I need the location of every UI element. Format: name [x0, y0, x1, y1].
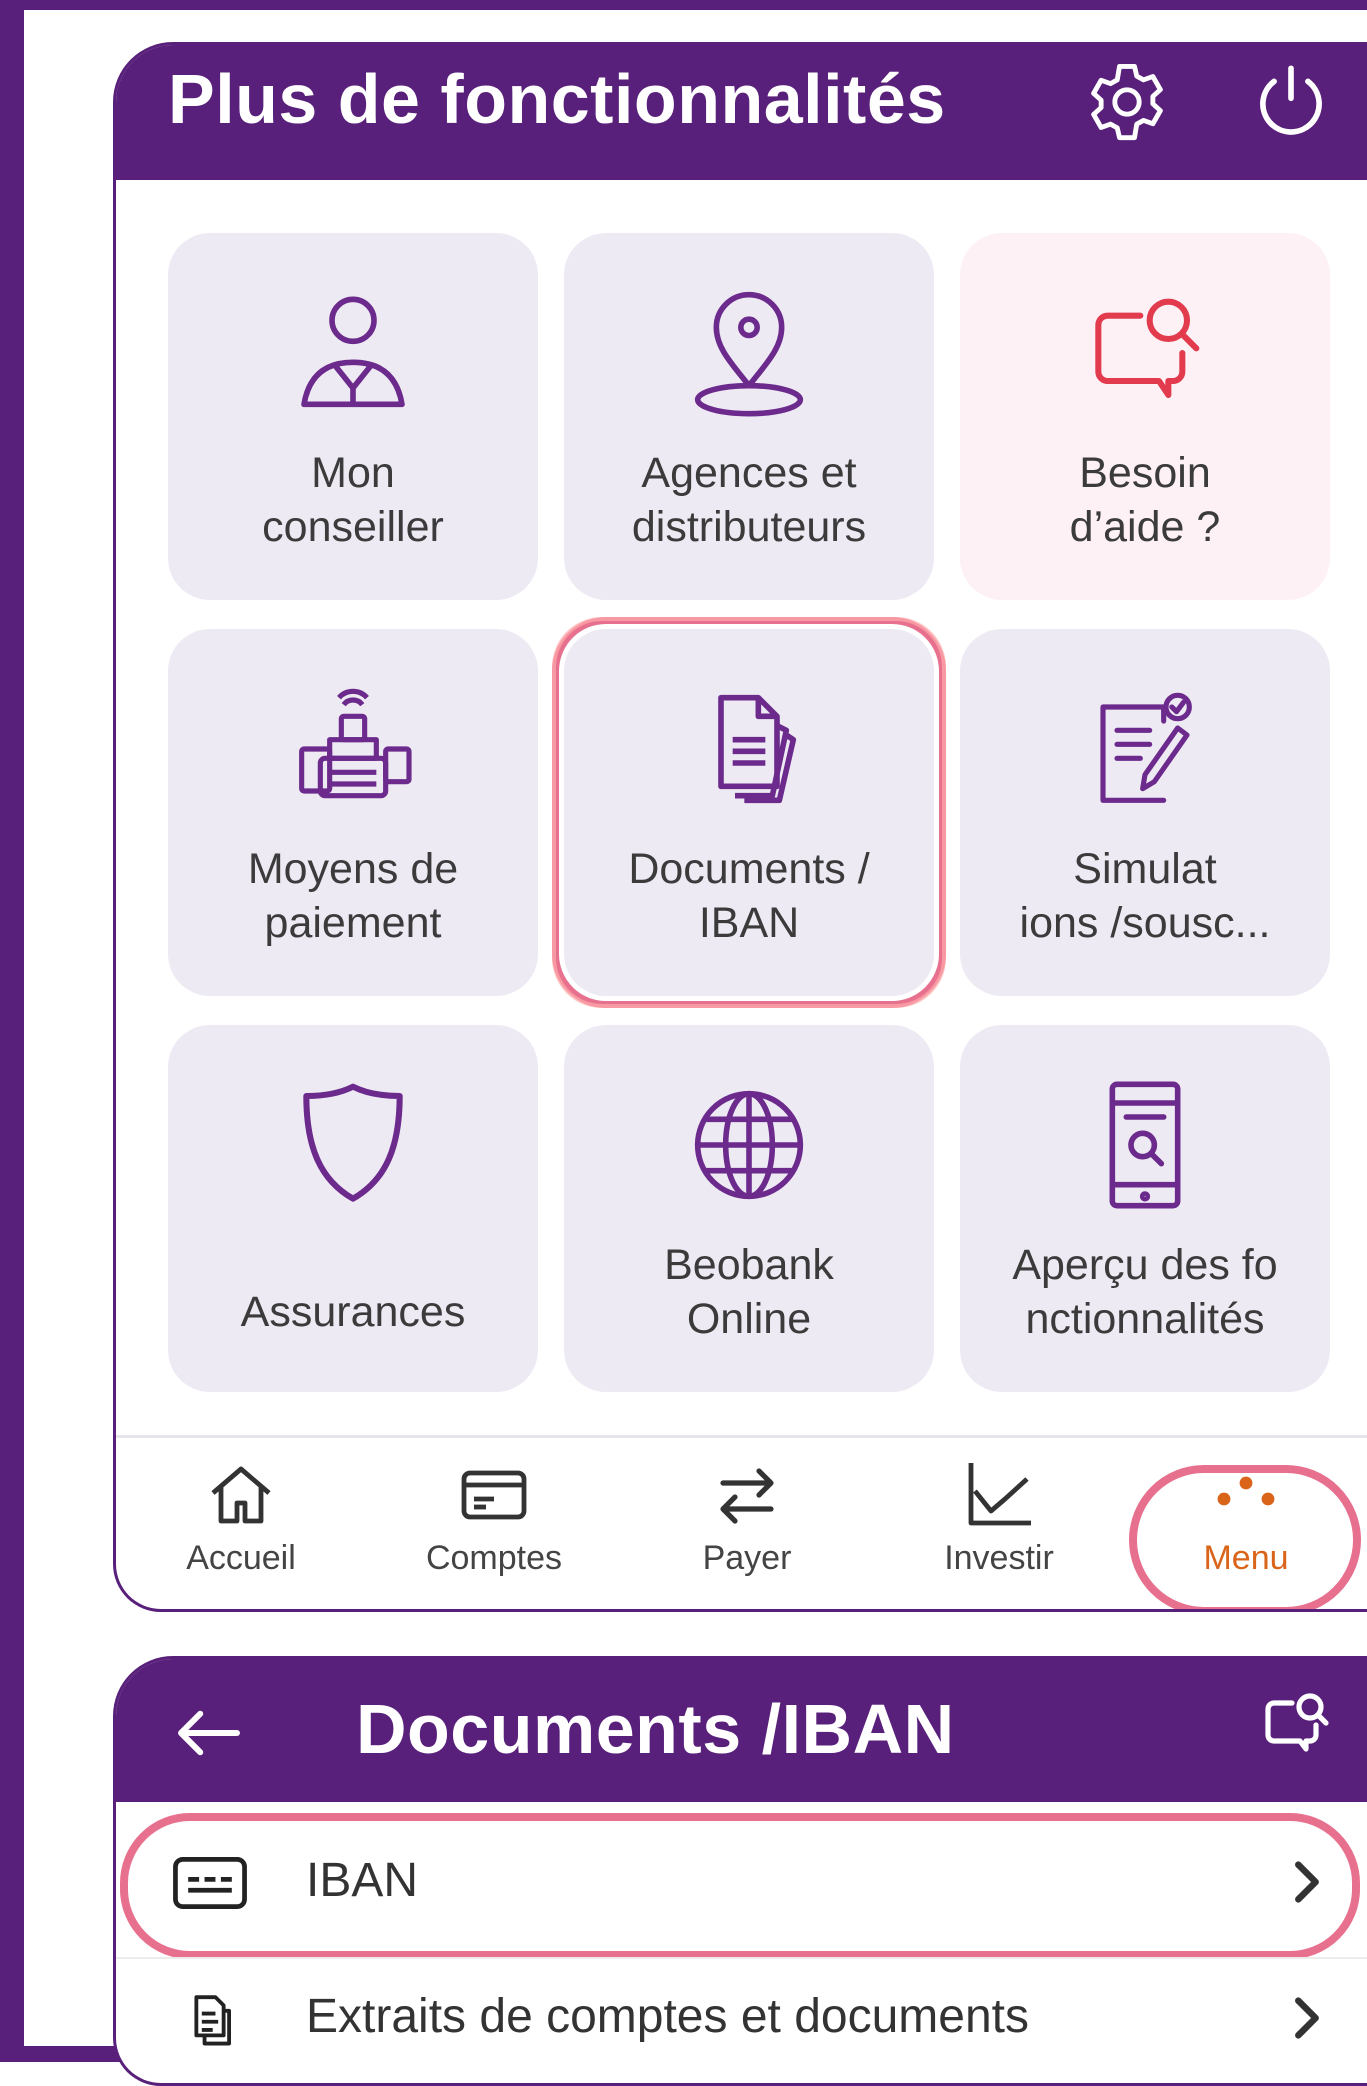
more-features-header: Plus de fonctionnalités	[116, 45, 1367, 180]
gear-icon[interactable]	[1082, 57, 1172, 147]
nav-label: Accueil	[186, 1539, 296, 1577]
tile-help[interactable]: Besoin d’aide ?	[960, 233, 1330, 600]
location-pin-icon	[694, 291, 804, 417]
tile-documents-iban[interactable]: Documents / IBAN	[552, 617, 946, 1008]
tile-label: Simulat ions /sousc...	[1019, 845, 1271, 947]
tile-label: Mon conseiller	[262, 449, 444, 551]
documents-iban-header: Documents /IBAN	[116, 1659, 1367, 1802]
tile-simulations[interactable]: Simulat ions /sousc...	[960, 629, 1330, 996]
advisor-icon	[301, 296, 405, 408]
page-title: Documents /IBAN	[356, 1690, 955, 1768]
tile-agencies[interactable]: Agences et distributeurs	[564, 233, 934, 600]
list-item-statements[interactable]: Extraits de comptes et documents	[116, 1961, 1367, 2081]
payment-devices-icon	[299, 688, 412, 799]
tile-insurance[interactable]: Assurances	[168, 1025, 538, 1392]
shield-icon	[303, 1083, 403, 1202]
iban-highlight-ring	[120, 1813, 1360, 1959]
bottom-nav-divider	[116, 1435, 1367, 1438]
tile-label: Aperçu des fo nctionnalités	[1012, 1241, 1278, 1343]
tile-label: Agences et distributeurs	[631, 449, 867, 551]
simulation-edit-icon	[1100, 692, 1192, 803]
nav-label: Investir	[944, 1539, 1054, 1577]
card-icon	[461, 1470, 527, 1520]
nav-label: Comptes	[425, 1539, 563, 1577]
power-icon[interactable]	[1246, 57, 1336, 147]
tile-beobank-online[interactable]: Beobank Online	[564, 1025, 934, 1392]
tile-label: Documents / IBAN	[628, 845, 870, 947]
nav-pay[interactable]: Payer	[647, 1455, 847, 1605]
statement-icon	[194, 1995, 231, 2046]
tile-label: Besoin d’aide ?	[1069, 449, 1221, 551]
menu-highlight-ring	[1129, 1465, 1361, 1609]
more-features-screen: Plus de fonctionnalités Mon conseiller A…	[113, 42, 1367, 1612]
page-title: Plus de fonctionnalités	[168, 60, 946, 138]
tile-payment-means[interactable]: Moyens de paiement	[168, 629, 538, 996]
list-item-label: Extraits de comptes et documents	[306, 1990, 1029, 2043]
nav-accounts[interactable]: Comptes	[394, 1455, 594, 1605]
help-chat-search-icon[interactable]	[1256, 1687, 1336, 1767]
nav-home[interactable]: Accueil	[141, 1455, 341, 1605]
list-divider	[116, 1957, 1367, 1959]
nav-label: Payer	[702, 1539, 792, 1577]
tile-advisor[interactable]: Mon conseiller	[168, 233, 538, 600]
transfer-arrows-icon	[720, 1468, 774, 1524]
documents-icon	[718, 694, 797, 804]
tile-features-overview[interactable]: Aperçu des fo nctionnalités	[960, 1025, 1330, 1392]
help-chat-search-icon	[1095, 298, 1200, 399]
tile-label: Beobank Online	[664, 1241, 834, 1343]
nav-invest[interactable]: Investir	[899, 1455, 1099, 1605]
tile-label: Moyens de paiement	[247, 845, 459, 947]
tile-label: Assurances	[240, 1288, 466, 1336]
home-icon	[211, 1466, 271, 1524]
back-arrow-icon[interactable]	[174, 1703, 244, 1763]
chart-line-icon	[968, 1463, 1031, 1526]
phone-search-icon	[1109, 1081, 1181, 1209]
globe-icon	[694, 1090, 804, 1200]
chevron-right-icon	[1295, 1997, 1319, 2039]
documents-iban-screen: Documents /IBAN IBAN Extraits de comptes…	[113, 1656, 1367, 2086]
